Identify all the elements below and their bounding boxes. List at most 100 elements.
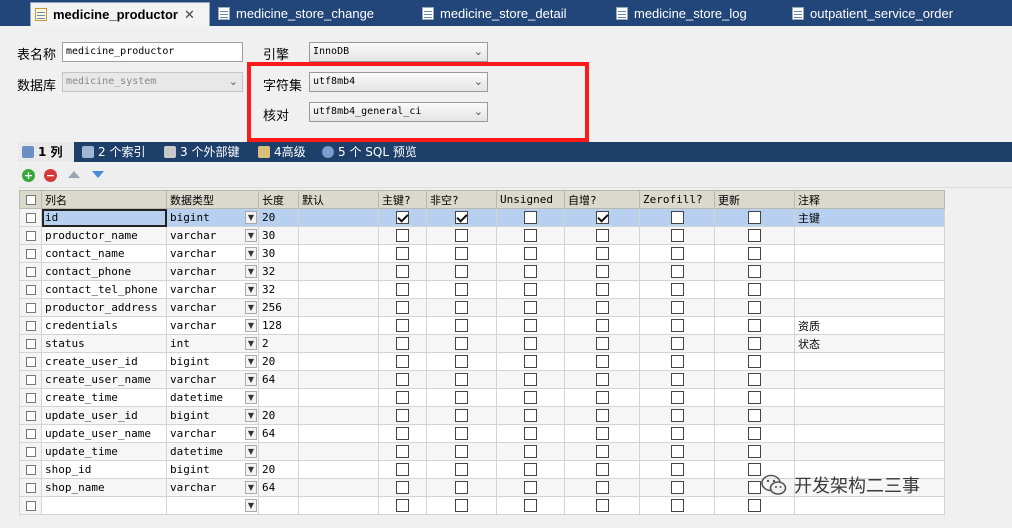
unsigned-checkbox[interactable]	[524, 481, 537, 494]
header-on-update[interactable]: 更新	[714, 190, 795, 209]
unsigned-checkbox[interactable]	[524, 355, 537, 368]
cell-default[interactable]	[298, 298, 379, 317]
on-update-checkbox[interactable]	[748, 499, 761, 512]
auto-increment-checkbox[interactable]	[595, 211, 609, 224]
tab-foreign-keys[interactable]: 3 个外部键	[160, 142, 252, 162]
unsigned-checkbox[interactable]	[524, 211, 537, 224]
cell-data-type[interactable]: bigint ▼	[166, 208, 259, 227]
row-selector[interactable]	[19, 388, 42, 407]
row-selector-icon[interactable]	[25, 213, 36, 223]
not-null-checkbox[interactable]	[455, 337, 468, 350]
tab-sql-preview[interactable]: 5 个 SQL 预览	[318, 142, 428, 162]
on-update-checkbox[interactable]	[748, 283, 761, 296]
cell-data-type[interactable]: ▼	[166, 496, 259, 515]
cell-length[interactable]: 20	[258, 406, 299, 425]
tab-columns[interactable]: 1 列	[18, 142, 74, 162]
row-selector[interactable]	[19, 226, 42, 245]
arrow-down-icon[interactable]	[92, 171, 104, 178]
cell-default[interactable]	[298, 208, 379, 227]
chevron-down-icon[interactable]: ▼	[245, 427, 257, 440]
not-null-checkbox[interactable]	[455, 481, 468, 494]
auto-increment-checkbox[interactable]	[595, 265, 609, 278]
zerofill-checkbox[interactable]	[670, 445, 684, 458]
chevron-down-icon[interactable]: ▼	[245, 481, 257, 494]
header-length[interactable]: 长度	[258, 190, 299, 209]
cell-comment[interactable]	[794, 388, 945, 407]
zerofill-checkbox[interactable]	[670, 373, 684, 386]
cell-comment[interactable]: 状态	[794, 334, 945, 353]
cell-default[interactable]	[298, 442, 379, 461]
cell-column-name[interactable]: status	[41, 334, 167, 353]
cell-length[interactable]: 2	[258, 334, 299, 353]
cell-comment[interactable]	[794, 226, 945, 245]
row-selector[interactable]	[19, 208, 42, 227]
header-unsigned[interactable]: Unsigned	[496, 190, 565, 209]
on-update-checkbox[interactable]	[748, 211, 761, 224]
cell-comment[interactable]	[794, 244, 945, 263]
zerofill-checkbox[interactable]	[670, 229, 684, 242]
row-selector-icon[interactable]	[25, 357, 36, 367]
cell-data-type[interactable]: bigint ▼	[166, 406, 259, 425]
plus-icon[interactable]: +	[22, 169, 35, 182]
cell-comment[interactable]	[794, 442, 945, 461]
not-null-checkbox[interactable]	[455, 247, 468, 260]
primary-key-checkbox[interactable]	[396, 481, 409, 494]
on-update-checkbox[interactable]	[748, 247, 761, 260]
auto-increment-checkbox[interactable]	[595, 319, 609, 332]
on-update-checkbox[interactable]	[748, 229, 761, 242]
zerofill-checkbox[interactable]	[670, 301, 684, 314]
zerofill-checkbox[interactable]	[670, 355, 684, 368]
primary-key-checkbox[interactable]	[396, 445, 409, 458]
zerofill-checkbox[interactable]	[670, 499, 684, 512]
cell-default[interactable]	[298, 226, 379, 245]
unsigned-checkbox[interactable]	[524, 373, 537, 386]
not-null-checkbox[interactable]	[455, 445, 468, 458]
row-selector-icon[interactable]	[25, 483, 36, 493]
on-update-checkbox[interactable]	[748, 337, 761, 350]
unsigned-checkbox[interactable]	[524, 301, 537, 314]
chevron-down-icon[interactable]: ▼	[245, 301, 257, 314]
chevron-down-icon[interactable]: ▼	[245, 445, 257, 458]
cell-length[interactable]	[258, 442, 299, 461]
table-row[interactable]: id bigint ▼ 20 主键	[19, 208, 945, 227]
row-selector[interactable]	[19, 424, 42, 443]
primary-key-checkbox[interactable]	[396, 391, 409, 404]
cell-column-name[interactable]: shop_name	[41, 478, 167, 497]
primary-key-checkbox[interactable]	[396, 211, 409, 224]
cell-default[interactable]	[298, 496, 379, 515]
zerofill-checkbox[interactable]	[670, 247, 684, 260]
cell-data-type[interactable]: varchar ▼	[166, 316, 259, 335]
table-row[interactable]: create_time datetime ▼	[19, 388, 945, 407]
cell-length[interactable]: 128	[258, 316, 299, 335]
primary-key-checkbox[interactable]	[396, 283, 409, 296]
row-selector-icon[interactable]	[25, 231, 36, 241]
unsigned-checkbox[interactable]	[524, 427, 537, 440]
cell-column-name[interactable]: create_time	[41, 388, 167, 407]
cell-column-name[interactable]: create_user_id	[41, 352, 167, 371]
cell-data-type[interactable]: varchar ▼	[166, 244, 259, 263]
row-selector[interactable]	[19, 316, 42, 335]
cell-comment[interactable]	[794, 424, 945, 443]
cell-length[interactable]: 32	[258, 262, 299, 281]
row-selector[interactable]	[19, 262, 42, 281]
cell-length[interactable]: 20	[258, 208, 299, 227]
row-selector-icon[interactable]	[25, 429, 36, 439]
tab-medicine-store-log[interactable]: medicine_store_log	[612, 2, 784, 26]
auto-increment-checkbox[interactable]	[595, 283, 609, 296]
zerofill-checkbox[interactable]	[670, 409, 684, 422]
chevron-down-icon[interactable]: ▼	[245, 211, 257, 224]
primary-key-checkbox[interactable]	[396, 463, 409, 476]
row-selector-icon[interactable]	[25, 375, 36, 385]
cell-data-type[interactable]: varchar ▼	[166, 298, 259, 317]
cell-default[interactable]	[298, 424, 379, 443]
row-selector[interactable]	[19, 244, 42, 263]
header-comment[interactable]: 注释	[794, 190, 945, 209]
row-selector-icon[interactable]	[25, 339, 36, 349]
tab-medicine-store-detail[interactable]: medicine_store_detail	[418, 2, 608, 26]
auto-increment-checkbox[interactable]	[595, 499, 609, 512]
tab-medicine-productor[interactable]: medicine_productor ✕	[30, 2, 210, 26]
on-update-checkbox[interactable]	[748, 355, 761, 368]
not-null-checkbox[interactable]	[455, 355, 468, 368]
zerofill-checkbox[interactable]	[670, 265, 684, 278]
cell-comment[interactable]	[794, 262, 945, 281]
